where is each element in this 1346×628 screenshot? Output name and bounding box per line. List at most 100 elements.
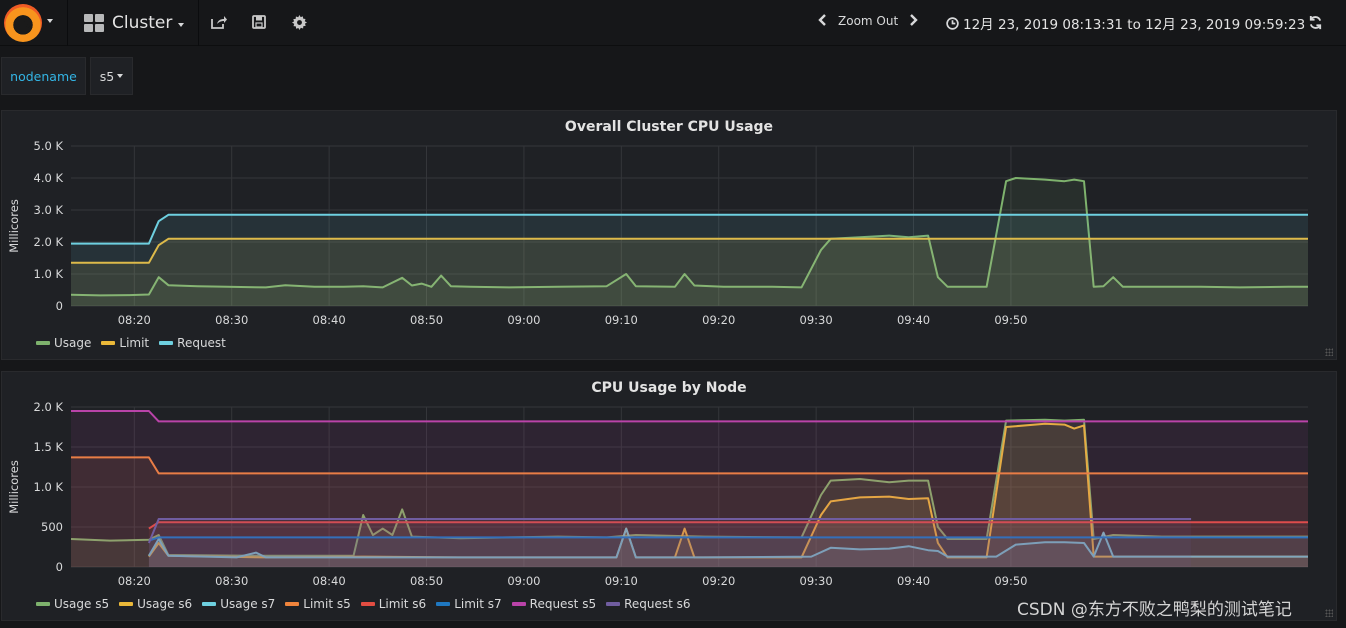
- legend-label: Request s6: [624, 597, 691, 611]
- legend-label: Request: [177, 336, 226, 350]
- time-forward-button[interactable]: [908, 12, 918, 30]
- legend-swatch: [511, 602, 526, 606]
- x-tick-label: 08:30: [215, 574, 248, 588]
- legend-swatch: [36, 341, 50, 345]
- legend-label: Limit s6: [378, 597, 427, 611]
- legend-label: Usage s6: [137, 597, 193, 611]
- cpu-by-node-chart: 2.0 K 1.5 K 1.0 K 500 0 08:20 08:30 08:40 08:50 0…: [7, 400, 1308, 588]
- x-tick-label: 09:10: [605, 574, 638, 588]
- x-tick-label: 09:50: [994, 574, 1027, 588]
- share-button[interactable]: [208, 11, 230, 33]
- clock-icon: [946, 16, 959, 30]
- x-tick-label: 09:20: [702, 574, 735, 588]
- legend-label: Usage s7: [220, 597, 276, 611]
- panel-cpu-by-node[interactable]: CPU Usage by Node 2.0 K 1.5 K 1.0 K 500 0 08:…: [1, 371, 1337, 621]
- variable-label-nodename: nodename: [1, 57, 86, 95]
- x-tick-label: 08:40: [313, 313, 346, 327]
- y-tick-label: 3.0 K: [34, 203, 64, 217]
- legend-item[interactable]: Usage s7: [202, 597, 275, 611]
- legend-swatch: [101, 341, 116, 345]
- dashboard-picker[interactable]: Cluster: [68, 0, 199, 46]
- legend-item[interactable]: Request s6: [606, 597, 691, 611]
- save-icon: [252, 15, 266, 29]
- chart-legend: Usage s5 Usage s6 Usage s7 Limit s5 Limit s6…: [36, 597, 701, 611]
- zoom-controls: Zoom Out: [818, 12, 918, 30]
- refresh-button[interactable]: [1304, 11, 1326, 33]
- y-tick-label: 1.0 K: [34, 267, 64, 281]
- panel-resize-handle[interactable]: [1325, 609, 1333, 617]
- legend-label: Request s5: [529, 597, 597, 611]
- y-axis-label: Millicores: [7, 460, 21, 514]
- x-tick-label: 09:10: [605, 313, 638, 327]
- x-tick-label: 08:40: [313, 574, 346, 588]
- x-tick-label: 09:00: [507, 574, 540, 588]
- legend-swatch: [159, 341, 174, 345]
- dashboard-grid-icon: [84, 14, 104, 32]
- y-tick-label: 5.0 K: [34, 139, 64, 153]
- x-tick-label: 09:30: [800, 313, 833, 327]
- y-tick-label: 0: [56, 299, 63, 313]
- grafana-logo-icon: [4, 4, 42, 42]
- gear-icon: [291, 14, 307, 30]
- y-tick-label: 2.0 K: [34, 235, 64, 249]
- x-tick-label: 08:20: [118, 574, 151, 588]
- chevron-down-icon: [178, 23, 185, 27]
- legend-item[interactable]: Limit s6: [360, 597, 427, 611]
- x-tick-label: 09:40: [897, 574, 930, 588]
- y-tick-label: 4.0 K: [34, 171, 64, 185]
- overall-cpu-chart: 5.0 K 4.0 K 3.0 K 2.0 K 1.0 K 0 08:20 08:30 08:4…: [7, 139, 1308, 327]
- legend-swatch: [285, 602, 300, 606]
- variable-value: s5: [99, 68, 115, 84]
- series-line: [71, 410, 1308, 423]
- variable-select-nodename[interactable]: s5: [90, 57, 133, 95]
- y-axis-label: Millicores: [7, 199, 21, 253]
- y-tick-label: 500: [41, 520, 63, 534]
- series-area: [71, 214, 1308, 306]
- legend-item[interactable]: Request s5: [511, 597, 597, 611]
- series-area: [148, 519, 1192, 567]
- legend-swatch: [436, 602, 451, 606]
- chevron-down-icon: [117, 74, 124, 78]
- y-tick-label: 1.5 K: [34, 440, 64, 454]
- legend-item[interactable]: Usage s5: [36, 597, 109, 611]
- grafana-menu[interactable]: [0, 0, 68, 46]
- legend-item[interactable]: Usage: [36, 336, 91, 350]
- chart-legend: Usage Limit Request: [36, 336, 236, 350]
- time-back-button[interactable]: [818, 12, 828, 30]
- x-tick-label: 08:50: [410, 313, 443, 327]
- legend-item[interactable]: Limit s5: [285, 597, 351, 611]
- y-tick-label: 0: [56, 560, 63, 574]
- y-tick-label: 2.0 K: [34, 400, 64, 414]
- legend-label: Usage: [54, 336, 92, 350]
- x-tick-label: 09:20: [702, 313, 735, 327]
- panel-resize-handle[interactable]: [1325, 348, 1333, 356]
- top-navbar: Cluster Zoom Out 12月 23, 2019 08:13:31 t…: [0, 0, 1346, 46]
- settings-button[interactable]: [288, 11, 310, 33]
- x-tick-label: 08:30: [215, 313, 248, 327]
- x-tick-label: 08:20: [118, 313, 151, 327]
- share-icon: [211, 16, 227, 29]
- zoom-out-button[interactable]: Zoom Out: [838, 14, 898, 28]
- x-tick-label: 09:30: [800, 574, 833, 588]
- legend-label: Limit: [119, 336, 150, 350]
- time-picker[interactable]: 12月 23, 2019 08:13:31 to 12月 23, 2019 09…: [946, 13, 1305, 33]
- panel-overall-cpu[interactable]: Overall Cluster CPU Usage 5.0 K 4.0 K 3.0 …: [1, 110, 1337, 360]
- legend-swatch: [360, 602, 375, 606]
- y-tick-label: 1.0 K: [34, 480, 64, 494]
- legend-item[interactable]: Limit: [101, 336, 149, 350]
- dashboard-title: Cluster: [112, 13, 173, 33]
- legend-swatch: [119, 602, 134, 606]
- legend-item[interactable]: Request: [159, 336, 226, 350]
- x-tick-label: 09:50: [994, 313, 1027, 327]
- legend-swatch: [36, 602, 50, 606]
- legend-label: Limit s5: [303, 597, 351, 611]
- save-button[interactable]: [248, 11, 270, 33]
- legend-item[interactable]: Usage s6: [119, 597, 192, 611]
- legend-item[interactable]: Limit s7: [436, 597, 502, 611]
- refresh-icon: [1309, 15, 1321, 29]
- legend-swatch: [606, 602, 621, 606]
- chevron-down-icon: [47, 19, 53, 23]
- x-tick-label: 09:00: [507, 313, 540, 327]
- x-tick-label: 08:50: [410, 574, 443, 588]
- legend-label: Usage s5: [54, 597, 110, 611]
